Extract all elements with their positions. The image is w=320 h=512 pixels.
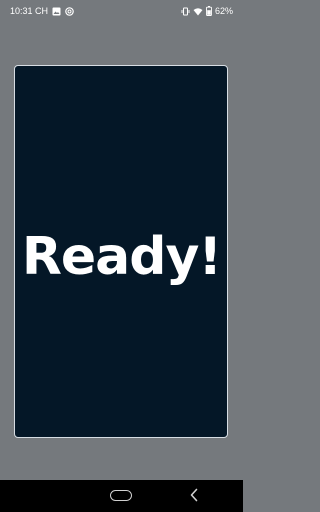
wifi-icon — [193, 7, 203, 16]
back-button[interactable] — [189, 488, 199, 507]
home-button[interactable] — [110, 490, 132, 501]
ready-message: Ready! — [21, 227, 222, 287]
back-chevron-icon — [190, 488, 198, 502]
gallery-icon — [52, 7, 61, 16]
vibrate-icon — [181, 7, 190, 16]
battery-percent: 62% — [214, 6, 233, 16]
status-time: 10:31 CH — [10, 6, 49, 16]
at-sign-icon — [65, 6, 74, 16]
battery-icon — [206, 6, 212, 16]
status-left: 10:31 CH — [10, 6, 74, 16]
navigation-bar — [0, 480, 243, 512]
status-bar: 10:31 CH 62% — [0, 0, 243, 24]
status-right: 62% — [181, 6, 233, 16]
